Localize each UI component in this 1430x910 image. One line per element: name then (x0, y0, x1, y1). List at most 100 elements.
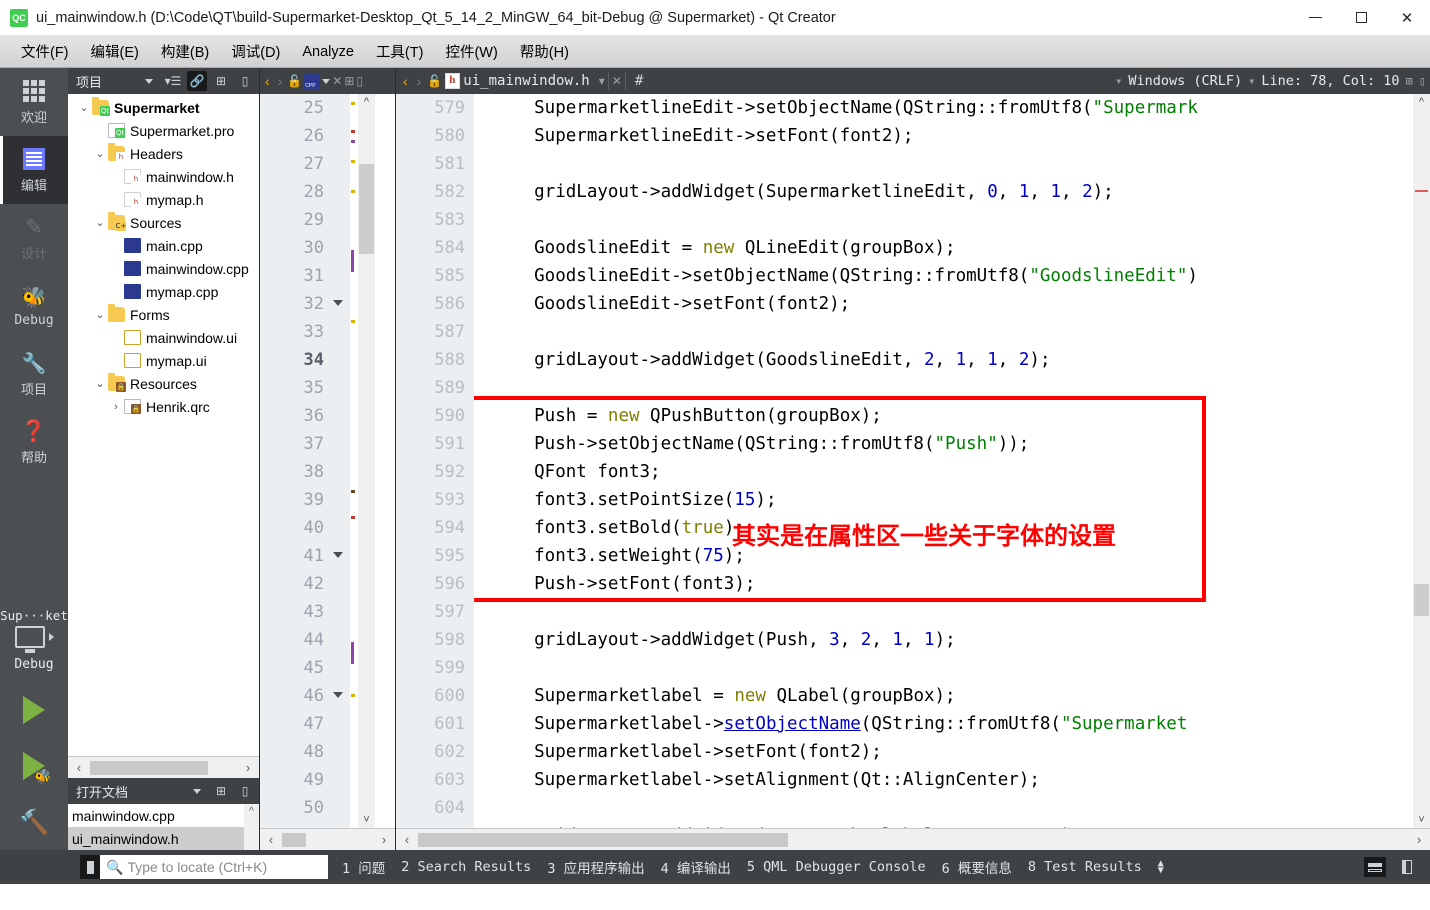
scroll-thumb[interactable] (282, 832, 306, 847)
expander-icon[interactable]: ⌄ (92, 377, 108, 390)
open-documents-list[interactable]: mainwindow.cpp ui_mainwindow.h ^ (68, 804, 259, 850)
scroll-thumb[interactable] (418, 832, 788, 847)
scroll-up-icon[interactable]: ^ (1419, 94, 1424, 108)
pane-button-search-results[interactable]: 2 Search Results (401, 859, 531, 875)
search-input[interactable]: 🔍 Type to locate (Ctrl+K) (100, 855, 328, 879)
open-doc-mainwindow-cpp[interactable]: mainwindow.cpp (68, 804, 244, 827)
scroll-track[interactable] (90, 760, 237, 775)
split-icon[interactable]: ⊞ (211, 71, 231, 91)
mode-projects[interactable]: 🔧 项目 (0, 340, 68, 408)
nav-forward-icon[interactable]: › (414, 73, 425, 89)
fold-marker-icon[interactable] (333, 692, 343, 698)
maximize-button[interactable] (1338, 0, 1384, 36)
code-line[interactable]: QFont font3; (492, 458, 1413, 486)
code-line[interactable] (492, 794, 1413, 822)
pane-button-compile-output[interactable]: 4 编译输出 (661, 857, 731, 877)
progress-details-icon[interactable] (1364, 857, 1386, 877)
tree-item-mymap-h[interactable]: h mymap.h (68, 188, 259, 211)
expander-icon[interactable]: ⌄ (92, 147, 108, 160)
split-icon[interactable]: ⊞ (211, 781, 231, 801)
tree-item-sources[interactable]: ⌄ C+ Sources (68, 211, 259, 234)
secondary-fold-column[interactable] (328, 94, 350, 828)
pane-button-app-output[interactable]: 3 应用程序输出 (547, 857, 644, 877)
chevron-down-icon[interactable] (322, 78, 331, 84)
scroll-thumb[interactable] (90, 760, 208, 775)
pane-button-qml-debugger[interactable]: 5 QML Debugger Console (747, 859, 926, 875)
line-ending-selector[interactable]: Windows (CRLF) (1128, 73, 1242, 89)
code-line[interactable]: font3.setPointSize(15); (492, 486, 1413, 514)
editor-filename[interactable]: ui_mainwindow.h (463, 73, 589, 89)
tree-item-mymap-ui[interactable]: mymap.ui (68, 349, 259, 372)
tree-item-supermarket[interactable]: ⌄ Qt Supermarket (68, 96, 259, 119)
close-icon[interactable]: ✕ (612, 74, 622, 88)
code-line[interactable] (492, 374, 1413, 402)
nav-back-icon[interactable]: ‹ (262, 73, 273, 89)
code-line[interactable] (492, 654, 1413, 682)
tree-item-mainwindow-ui[interactable]: mainwindow.ui (68, 326, 259, 349)
toggle-progress-icon[interactable] (80, 855, 100, 879)
editor-symbol-selector[interactable]: # (629, 73, 643, 89)
fold-marker-icon[interactable] (333, 300, 343, 306)
code-line[interactable]: gridLayout->addWidget(SupermarketlineEdi… (492, 178, 1413, 206)
tree-item-resources[interactable]: ⌄ 🔒 Resources (68, 372, 259, 395)
mode-welcome[interactable]: 欢迎 (0, 68, 68, 136)
pane-button-issues[interactable]: 1 问题 (342, 857, 385, 877)
tree-item-headers[interactable]: ⌄ h Headers (68, 142, 259, 165)
toggle-sidebar-icon[interactable] (1396, 857, 1418, 877)
scroll-left-icon[interactable]: ‹ (396, 832, 418, 847)
code-line[interactable]: SupermarketlineEdit->setFont(font2); (492, 122, 1413, 150)
code-line[interactable]: Supermarketlabel->setAlignment(Qt::Align… (492, 766, 1413, 794)
fold-marker-icon[interactable] (333, 552, 343, 558)
code-text-area[interactable]: SupermarketlineEdit->setObjectName(QStri… (474, 94, 1413, 828)
build-button[interactable]: 🔨 (0, 794, 68, 850)
code-line[interactable]: GoodslineEdit = new QLineEdit(groupBox); (492, 234, 1413, 262)
open-documents-scrollbar[interactable]: ^ (244, 804, 259, 850)
code-line[interactable]: Supermarketlabel->setFont(font2); (492, 738, 1413, 766)
code-line[interactable]: Push = new QPushButton(groupBox); (492, 402, 1413, 430)
code-line[interactable] (492, 150, 1413, 178)
up-down-arrow-icon[interactable]: ▲ ▼ (1158, 859, 1164, 876)
maximize-pane-icon[interactable]: ▯ (1419, 74, 1426, 88)
tree-item-main-cpp[interactable]: main.cpp (68, 234, 259, 257)
chevron-down-icon[interactable] (187, 781, 207, 801)
code-line[interactable]: SupermarketlineEdit->setObjectName(QStri… (492, 94, 1413, 122)
chevron-down-icon[interactable]: ▾ (1248, 74, 1255, 88)
code-line[interactable]: GoodslineEdit->setFont(font2); (492, 290, 1413, 318)
scroll-thumb[interactable] (1414, 584, 1429, 616)
unlocked-icon[interactable]: 🔓 (287, 74, 302, 88)
menu-analyze[interactable]: Analyze (291, 40, 365, 64)
editor-horizontal-scrollbar[interactable]: ‹ › (396, 828, 1430, 850)
link-sync-icon[interactable]: 🔗 (187, 71, 207, 91)
code-line[interactable] (492, 598, 1413, 626)
project-tree[interactable]: ⌄ Qt Supermarket Qt Supermarket.pro ⌄ h … (68, 94, 259, 756)
expander-icon[interactable]: › (108, 401, 124, 413)
open-documents-title[interactable]: 打开文档 (72, 782, 128, 801)
sidebar-horizontal-scrollbar[interactable]: ‹ › (68, 756, 259, 778)
split-icon[interactable]: ⊞ (1406, 74, 1413, 88)
tree-item-mainwindow-h[interactable]: h mainwindow.h (68, 165, 259, 188)
locator[interactable]: 🔍 Type to locate (Ctrl+K) (80, 855, 328, 879)
menu-debug[interactable]: 调试(D) (220, 37, 291, 66)
scroll-track[interactable] (282, 832, 373, 847)
expander-icon[interactable]: ⌄ (76, 101, 92, 114)
scroll-right-icon[interactable]: › (373, 832, 395, 847)
tree-item-mymap-cpp[interactable]: mymap.cpp (68, 280, 259, 303)
menu-file[interactable]: 文件(F) (10, 37, 80, 66)
scroll-left-icon[interactable]: ‹ (68, 760, 90, 775)
mode-edit[interactable]: 编辑 (0, 136, 68, 204)
scroll-down-icon[interactable]: ˅ (1418, 814, 1424, 828)
scroll-left-icon[interactable]: ‹ (260, 832, 282, 847)
mode-help[interactable]: ❓ 帮助 (0, 408, 68, 476)
debug-button[interactable]: 🐝 (0, 738, 68, 794)
scroll-right-icon[interactable]: › (1408, 832, 1430, 847)
menu-help[interactable]: 帮助(H) (509, 37, 580, 66)
tree-item-henrik-qrc[interactable]: › 🔒 Henrik.qrc (68, 395, 259, 418)
kit-selector[interactable]: Sup···ket Debug (0, 602, 68, 682)
scroll-track[interactable] (418, 832, 1408, 847)
scroll-thumb[interactable] (359, 164, 374, 254)
pane-button-overview[interactable]: 6 概要信息 (942, 857, 1012, 877)
filter-icon[interactable]: ▾☰ (163, 71, 183, 91)
project-panel-title[interactable]: 项目 (72, 72, 102, 91)
open-doc-ui-mainwindow-h[interactable]: ui_mainwindow.h (68, 827, 244, 850)
tree-item-supermarket-pro[interactable]: Qt Supermarket.pro (68, 119, 259, 142)
